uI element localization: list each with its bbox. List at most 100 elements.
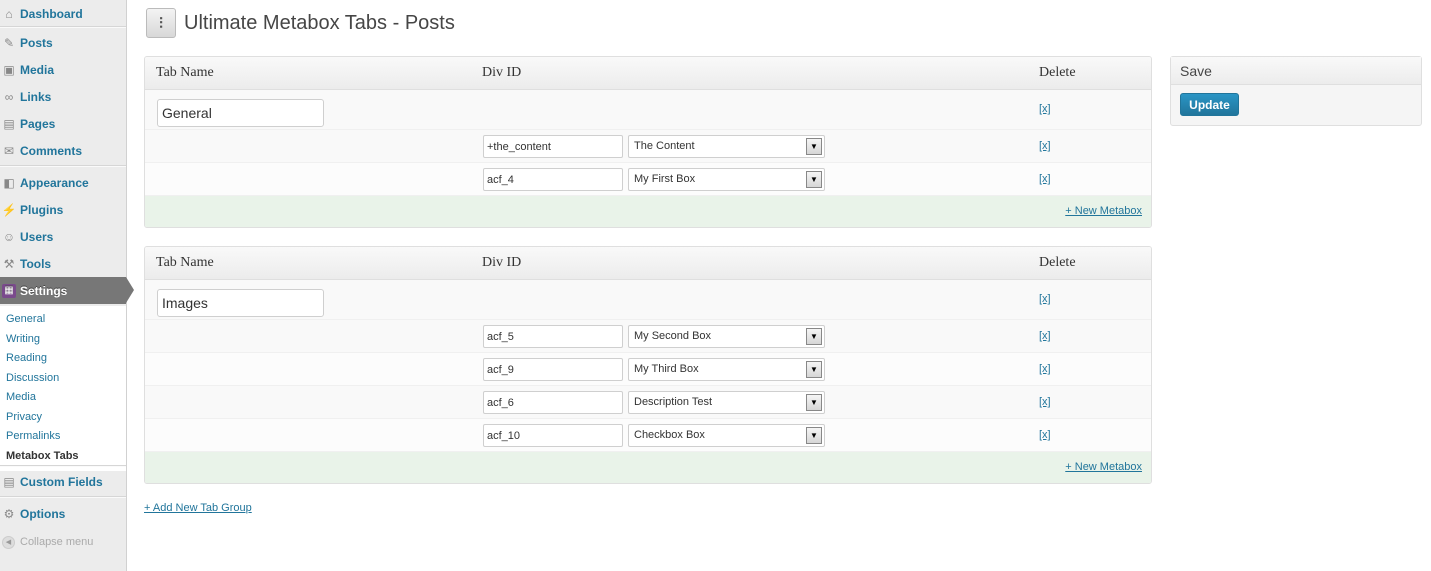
table-header: Tab Name Div ID Delete xyxy=(145,247,1151,280)
select-value: The Content xyxy=(634,140,695,152)
submenu-permalinks[interactable]: Permalinks xyxy=(0,427,126,447)
menu-label: Settings xyxy=(20,283,68,298)
menu-comments[interactable]: ✉ Comments xyxy=(0,137,126,164)
new-metabox-link[interactable]: + New Metabox xyxy=(1065,461,1142,473)
menu-label: Users xyxy=(20,229,54,244)
menu-media[interactable]: ▣ Media xyxy=(0,56,126,83)
delete-metabox-link[interactable]: [x] xyxy=(1039,140,1051,152)
submenu-privacy[interactable]: Privacy xyxy=(0,408,126,428)
menu-separator xyxy=(0,165,126,167)
submenu-general[interactable]: General xyxy=(0,310,126,330)
div-id-input[interactable] xyxy=(483,135,623,158)
menu-label: Tools xyxy=(20,256,52,271)
metabox-select[interactable]: The Content ▼ xyxy=(628,135,825,158)
links-icon: ∞ xyxy=(4,89,14,104)
delete-metabox-link[interactable]: [x] xyxy=(1039,363,1051,375)
dropdown-arrow-icon[interactable]: ▼ xyxy=(806,171,822,188)
dashboard-icon: ⌂ xyxy=(5,6,13,21)
header-div-id: Div ID xyxy=(482,65,522,80)
collapse-label: Collapse menu xyxy=(20,536,94,548)
menu-separator xyxy=(0,26,126,28)
metabox-select[interactable]: Description Test ▼ xyxy=(628,391,825,414)
tab-group: Tab Name Div ID Delete [x] My Second Box… xyxy=(144,246,1152,484)
select-value: My Third Box xyxy=(634,363,699,375)
group-footer: + New Metabox xyxy=(145,452,1151,483)
menu-plugins[interactable]: ⚡ Plugins xyxy=(0,196,126,223)
menu-label: Options xyxy=(20,506,66,521)
menu-separator xyxy=(0,496,126,498)
tab-name-input[interactable] xyxy=(157,289,324,317)
dropdown-arrow-icon[interactable]: ▼ xyxy=(806,138,822,155)
div-id-input[interactable] xyxy=(483,168,623,191)
menu-label: Pages xyxy=(20,116,56,131)
submenu-media[interactable]: Media xyxy=(0,388,126,408)
metabox-row: My Third Box ▼ [x] xyxy=(145,353,1151,386)
submenu-writing[interactable]: Writing xyxy=(0,330,126,350)
menu-separator xyxy=(0,465,126,467)
select-value: Checkbox Box xyxy=(634,429,705,441)
menu-links[interactable]: ∞ Links xyxy=(0,83,126,110)
div-id-input[interactable] xyxy=(483,391,623,414)
update-button[interactable]: Update xyxy=(1180,93,1239,116)
menu-pages[interactable]: ▤ Pages xyxy=(0,110,126,137)
submenu-metabox-tabs[interactable]: Metabox Tabs xyxy=(0,447,126,467)
select-value: My First Box xyxy=(634,173,696,185)
plugins-icon: ⚡ xyxy=(1,202,17,217)
div-id-input[interactable] xyxy=(483,424,623,447)
menu-options[interactable]: ⚙ Options xyxy=(0,500,126,527)
menu-users[interactable]: ☺ Users xyxy=(0,223,126,250)
dropdown-arrow-icon[interactable]: ▼ xyxy=(806,328,822,345)
page-title: Ultimate Metabox Tabs - Posts xyxy=(184,11,455,34)
delete-tab-link[interactable]: [x] xyxy=(1039,293,1051,305)
menu-label: Posts xyxy=(20,35,53,50)
menu-dashboard[interactable]: ⌂ Dashboard xyxy=(0,0,126,27)
save-box-title: Save xyxy=(1171,57,1421,85)
menu-posts[interactable]: ✎ Posts xyxy=(0,29,126,56)
header-delete: Delete xyxy=(1039,65,1076,80)
collapse-menu-button[interactable]: ◀ Collapse menu xyxy=(0,531,126,553)
metabox-row: My First Box ▼ [x] xyxy=(145,163,1151,196)
div-id-input[interactable] xyxy=(483,358,623,381)
metabox-select[interactable]: My First Box ▼ xyxy=(628,168,825,191)
media-icon: ▣ xyxy=(3,62,15,77)
menu-tools[interactable]: ⚒ Tools xyxy=(0,250,126,277)
metabox-select[interactable]: Checkbox Box ▼ xyxy=(628,424,825,447)
select-value: Description Test xyxy=(634,396,713,408)
dropdown-arrow-icon[interactable]: ▼ xyxy=(806,361,822,378)
menu-settings[interactable]: ▦ Settings xyxy=(0,277,134,304)
delete-metabox-link[interactable]: [x] xyxy=(1039,429,1051,441)
tab-name-input[interactable] xyxy=(157,99,324,127)
metabox-select[interactable]: My Third Box ▼ xyxy=(628,358,825,381)
collapse-arrow-icon: ◀ xyxy=(2,535,15,549)
delete-tab-link[interactable]: [x] xyxy=(1039,103,1051,115)
menu-appearance[interactable]: ◧ Appearance xyxy=(0,169,126,196)
div-id-input[interactable] xyxy=(483,325,623,348)
menu-label: Links xyxy=(20,89,52,104)
tab-group: Tab Name Div ID Delete [x] The Content ▼… xyxy=(144,56,1152,228)
delete-metabox-link[interactable]: [x] xyxy=(1039,330,1051,342)
add-tab-group-link[interactable]: + Add New Tab Group xyxy=(144,502,252,514)
metabox-row: The Content ▼ [x] xyxy=(145,130,1151,163)
settings-page-icon: ⫶ xyxy=(146,8,176,38)
delete-metabox-link[interactable]: [x] xyxy=(1039,173,1051,185)
users-icon: ☺ xyxy=(2,229,16,244)
save-box: Save Update xyxy=(1170,56,1422,126)
dropdown-arrow-icon[interactable]: ▼ xyxy=(806,427,822,444)
pages-icon: ▤ xyxy=(3,116,15,131)
new-metabox-link[interactable]: + New Metabox xyxy=(1065,205,1142,217)
tab-row: [x] xyxy=(145,90,1151,130)
admin-sidebar: ⌂ Dashboard ✎ Posts ▣ Media ∞ Links ▤ Pa… xyxy=(0,0,134,571)
pin-icon: ✎ xyxy=(3,35,15,50)
menu-label: Plugins xyxy=(20,202,64,217)
settings-icon: ▦ xyxy=(2,283,16,298)
metabox-select[interactable]: My Second Box ▼ xyxy=(628,325,825,348)
custom-fields-icon: ▤ xyxy=(3,474,15,489)
header-tab-name: Tab Name xyxy=(156,255,214,270)
submenu-reading[interactable]: Reading xyxy=(0,349,126,369)
delete-metabox-link[interactable]: [x] xyxy=(1039,396,1051,408)
comments-icon: ✉ xyxy=(3,143,15,158)
dropdown-arrow-icon[interactable]: ▼ xyxy=(806,394,822,411)
header-div-id: Div ID xyxy=(482,255,522,270)
menu-custom-fields[interactable]: ▤ Custom Fields xyxy=(0,468,126,495)
submenu-discussion[interactable]: Discussion xyxy=(0,369,126,389)
